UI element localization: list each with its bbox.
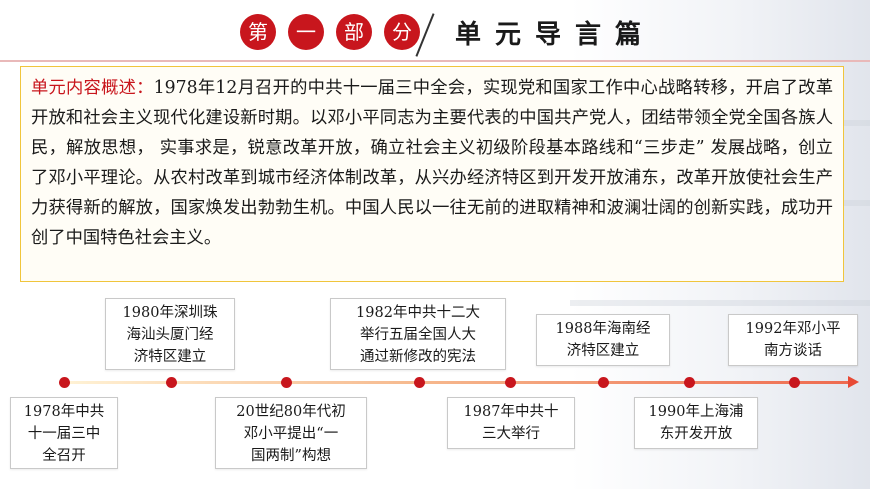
timeline-dot [684, 377, 695, 388]
part-char-circle: 第 [240, 14, 276, 50]
overview-paragraph: 单元内容概述：1978年12月召开的中共十一届三中全会，实现党和国家工作中心战略… [31, 73, 833, 253]
event-line: 20世纪80年代初 [236, 404, 346, 420]
overview-text: 1978年12月召开的中共十一届三中全会，实现党和国家工作中心战略转移，开启了改… [31, 78, 833, 248]
overview-box: 单元内容概述：1978年12月召开的中共十一届三中全会，实现党和国家工作中心战略… [20, 66, 844, 282]
event-line: 全召开 [42, 448, 86, 464]
part-char-circle: 分 [384, 14, 420, 50]
event-line: 1978年中共 [23, 404, 105, 420]
part-char-circle: 部 [336, 14, 372, 50]
overview-label: 单元内容概述： [31, 78, 154, 98]
event-line: 东开发开放 [659, 426, 733, 442]
timeline-dot [59, 377, 70, 388]
background-stripe [570, 300, 870, 306]
timeline-event-1987: 1987年中共十 三大举行 [447, 397, 575, 449]
event-line: 国两制”构想 [251, 448, 331, 464]
event-line: 1988年海南经 [555, 321, 651, 337]
timeline-event-1988: 1988年海南经 济特区建立 [536, 314, 670, 366]
timeline-dot [281, 377, 292, 388]
event-line: 南方谈话 [764, 343, 822, 359]
timeline-dot [789, 377, 800, 388]
timeline-arrow-head [848, 376, 859, 388]
section-title: 单元导言篇 [455, 20, 656, 50]
event-line: 济特区建立 [566, 343, 640, 359]
timeline-event-1978: 1978年中共 十一届三中 全召开 [10, 397, 118, 469]
event-line: 1980年深圳珠 [122, 305, 218, 321]
event-line: 举行五届全国人大 [360, 327, 476, 343]
part-char-circle: 一 [288, 14, 324, 50]
timeline-event-1980s: 20世纪80年代初 邓小平提出“一 国两制”构想 [215, 397, 367, 469]
event-line: 1982年中共十二大 [356, 305, 480, 321]
timeline-event-1980: 1980年深圳珠 海汕头厦门经 济特区建立 [105, 298, 235, 370]
event-line: 海汕头厦门经 [126, 327, 214, 343]
event-line: 济特区建立 [133, 349, 207, 365]
event-line: 1987年中共十 [463, 404, 559, 420]
timeline-event-1990: 1990年上海浦 东开发开放 [634, 397, 758, 449]
event-line: 邓小平提出“一 [243, 426, 339, 442]
event-line: 三大举行 [482, 426, 540, 442]
timeline-axis [60, 381, 850, 384]
event-line: 1992年邓小平 [745, 321, 841, 337]
timeline-dot [166, 377, 177, 388]
event-line: 通过新修改的宪法 [360, 349, 476, 365]
timeline-dot [505, 377, 516, 388]
event-line: 1990年上海浦 [648, 404, 744, 420]
timeline-dot [414, 377, 425, 388]
timeline-dot [598, 377, 609, 388]
event-line: 十一届三中 [27, 426, 101, 442]
header-underline [0, 60, 870, 62]
timeline-event-1982: 1982年中共十二大 举行五届全国人大 通过新修改的宪法 [330, 298, 506, 370]
timeline-event-1992: 1992年邓小平 南方谈话 [728, 314, 858, 366]
section-header: 第 一 部 分 单元导言篇 [0, 0, 870, 62]
